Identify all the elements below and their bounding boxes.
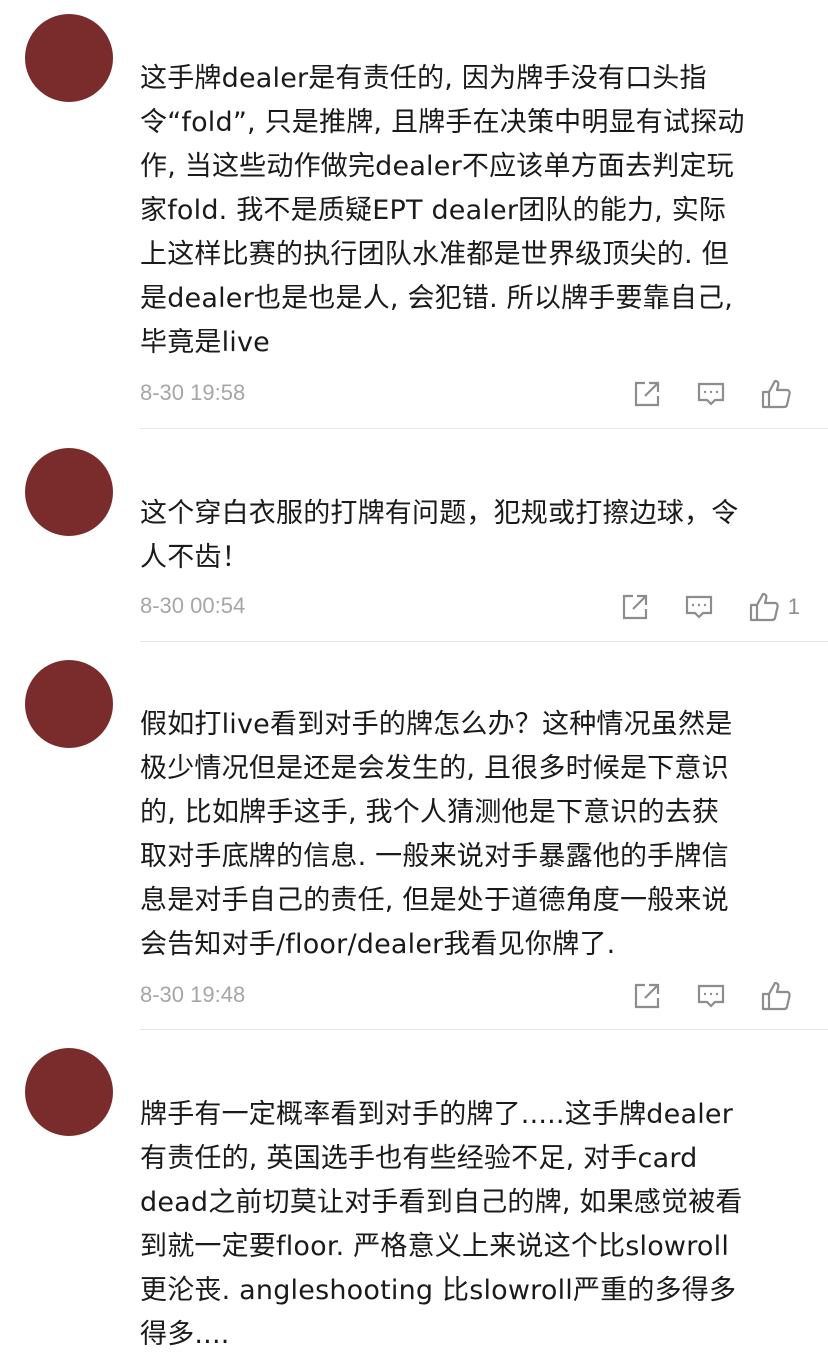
timestamp: 8-30 19:48 xyxy=(140,982,246,1007)
comment-line: 更沦丧. angleshooting 比slowroll严重的多得多 xyxy=(140,1275,737,1306)
comment-line: 令“fold”, 只是推牌, 且牌手在决策中明显有试探动 xyxy=(140,107,745,138)
comment-meta: 8-30 19:48 xyxy=(140,976,800,1016)
reply-button[interactable] xyxy=(696,379,726,409)
like-count: 1 xyxy=(787,594,800,619)
thumbs-up-icon xyxy=(749,592,779,622)
comment-line: 家fold. 我不是质疑EPT dealer团队的能力, 实际 xyxy=(140,195,727,226)
comment-text: 这个穿白衣服的打牌有问题，犯规或打擦边球，令 人不齿！ xyxy=(140,492,800,580)
like-button[interactable] xyxy=(760,378,800,410)
comment-text: 假如打live看到对手的牌怎么办？这种情况虽然是 极少情况但是还是会发生的, 且… xyxy=(140,703,800,967)
comment-line: dead之前切莫让对手看到自己的牌, 如果感觉被看 xyxy=(140,1187,743,1218)
comment-line: 的, 比如牌手这手, 我个人猜测他是下意识的去获 xyxy=(140,797,720,828)
comment-line: 这手牌dealer是有责任的, 因为牌手没有口头指 xyxy=(140,63,707,94)
avatar[interactable] xyxy=(25,1048,113,1136)
share-button[interactable] xyxy=(632,379,662,409)
reply-button[interactable] xyxy=(696,981,726,1011)
comment-actions xyxy=(598,976,800,1016)
comment-actions: 1 xyxy=(586,587,800,627)
avatar[interactable] xyxy=(25,14,113,102)
share-icon xyxy=(634,983,660,1009)
share-icon xyxy=(622,594,647,620)
comment-meta: 8-30 00:54 1 xyxy=(140,587,800,627)
comment-line: 毕竟是live xyxy=(140,327,270,358)
avatar[interactable] xyxy=(25,448,113,536)
comment-line: 假如打live看到对手的牌怎么办？这种情况虽然是 xyxy=(140,709,733,740)
timestamp: 8-30 00:54 xyxy=(140,593,246,618)
reply-button[interactable] xyxy=(684,592,714,622)
divider xyxy=(140,1029,828,1030)
comment-text: 这手牌dealer是有责任的, 因为牌手没有口头指 令“fold”, 只是推牌,… xyxy=(140,57,800,365)
comment-line: 到就一定要floor. 严格意义上来说这个比slowroll xyxy=(140,1231,730,1262)
thumbs-up-icon xyxy=(761,981,791,1011)
thumbs-up-icon xyxy=(761,379,791,409)
reply-icon xyxy=(697,984,725,1008)
reply-icon xyxy=(697,382,725,406)
like-button[interactable]: 1 xyxy=(748,591,800,623)
comment-line: 是dealer也是也是人, 会犯错. 所以牌手要靠自己, xyxy=(140,283,734,314)
comment-meta: 8-30 19:58 xyxy=(140,374,800,414)
like-button[interactable] xyxy=(760,980,800,1012)
share-button[interactable] xyxy=(632,981,662,1011)
timestamp: 8-30 19:58 xyxy=(140,380,246,405)
comment-line: 上这样比赛的执行团队水准都是世界级顶尖的. 但 xyxy=(140,239,729,270)
comment-line: 息是对手自己的责任, 但是处于道德角度一般来说 xyxy=(140,885,729,916)
comment-actions xyxy=(598,374,800,414)
comment-line: 得多.... xyxy=(140,1319,230,1350)
comment-line: 牌手有一定概率看到对手的牌了.....这手牌dealer xyxy=(140,1099,734,1130)
share-icon xyxy=(634,381,660,407)
comment-line: 人不齿！ xyxy=(140,542,249,573)
reply-icon xyxy=(685,595,712,619)
share-button[interactable] xyxy=(620,592,650,622)
comment-line: 极少情况但是还是会发生的, 且很多时候是下意识 xyxy=(140,753,729,784)
comment-line: 会告知对手/floor/dealer我看见你牌了. xyxy=(140,929,616,960)
comment-line: 取对手底牌的信息. 一般来说对手暴露他的手牌信 xyxy=(140,841,729,872)
avatar[interactable] xyxy=(25,660,113,748)
comment-line: 有责任的, 英国选手也有些经验不足, 对手card xyxy=(140,1143,698,1174)
comment-line: 作, 当这些动作做完dealer不应该单方面去判定玩 xyxy=(140,151,734,182)
divider xyxy=(140,428,828,429)
comment-text: 牌手有一定概率看到对手的牌了.....这手牌dealer 有责任的, 英国选手也… xyxy=(140,1093,800,1357)
comment-line: 这个穿白衣服的打牌有问题，犯规或打擦边球，令 xyxy=(140,498,739,529)
divider xyxy=(140,641,828,642)
